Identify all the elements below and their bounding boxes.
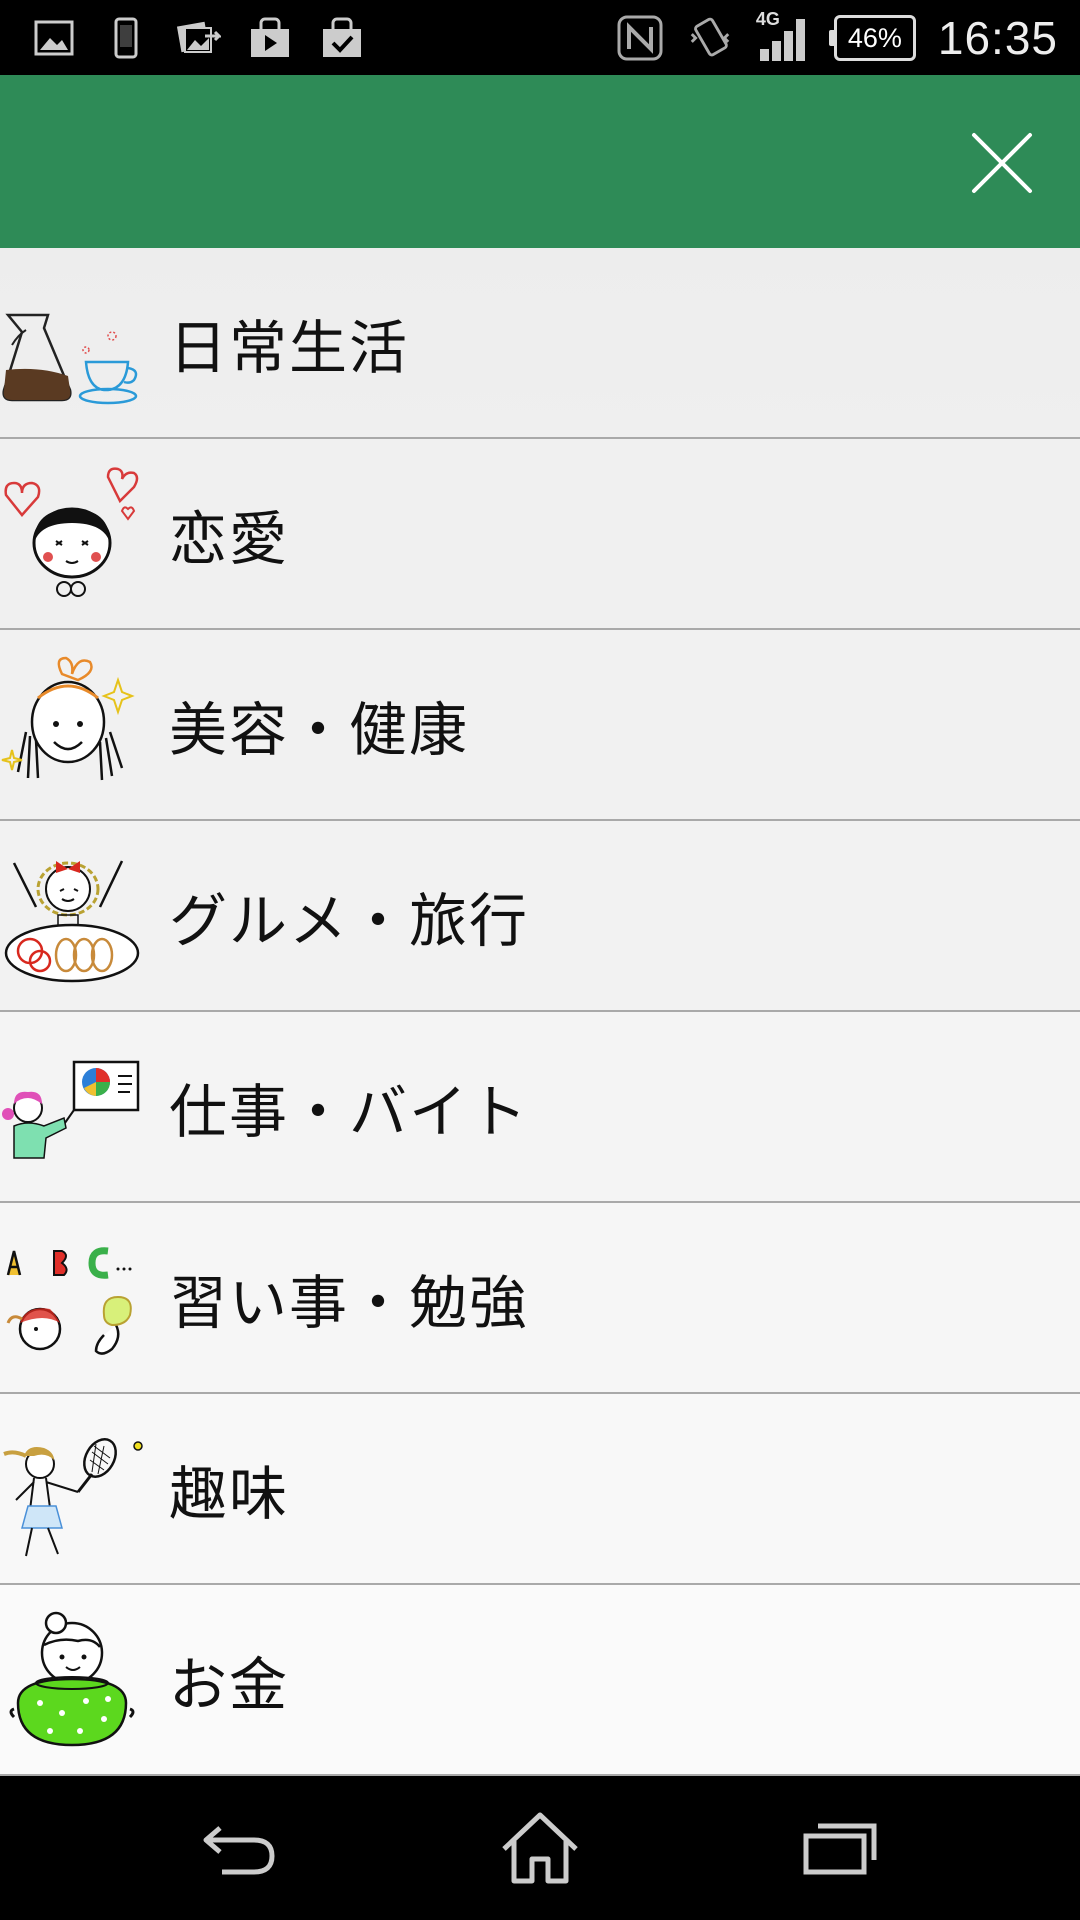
vibrate-icon bbox=[686, 14, 734, 62]
home-icon bbox=[502, 1812, 578, 1884]
category-item-love[interactable]: 恋愛 bbox=[0, 439, 1080, 630]
shopping-bag-check-icon bbox=[318, 14, 366, 62]
category-item-work[interactable]: 仕事・バイト bbox=[0, 1012, 1080, 1203]
back-button[interactable] bbox=[195, 1808, 285, 1888]
signal-4g-icon: 4G bbox=[756, 9, 812, 63]
app-bar bbox=[0, 75, 1080, 248]
battery-indicator: 46% bbox=[828, 15, 916, 61]
clock: 16:35 bbox=[937, 12, 1058, 64]
love-illustration bbox=[4, 467, 139, 597]
category-label: 日常生活 bbox=[169, 313, 410, 382]
phone-icon bbox=[102, 14, 150, 62]
navigation-bar bbox=[0, 1776, 1080, 1920]
close-icon bbox=[972, 133, 1032, 193]
recents-button[interactable] bbox=[795, 1808, 885, 1888]
coffee-illustration bbox=[2, 313, 138, 405]
work-illustration bbox=[2, 1060, 140, 1159]
gourmet-illustration bbox=[4, 860, 140, 983]
back-icon bbox=[203, 1826, 275, 1875]
nfc-icon bbox=[616, 14, 664, 62]
status-bar: 4G 46% 16:35 bbox=[0, 0, 1080, 75]
category-label: 仕事・バイト bbox=[169, 1077, 530, 1146]
category-label: 恋愛 bbox=[169, 504, 290, 573]
category-item-daily-life[interactable]: 日常生活 bbox=[0, 248, 1080, 439]
category-list: 日常生活 恋愛 美容・健康 グルメ・旅行 仕事・バイト 習い事・勉強 趣味 お金 bbox=[0, 248, 1080, 1776]
beauty-illustration bbox=[1, 656, 135, 781]
money-illustration bbox=[9, 1611, 135, 1747]
category-item-money[interactable]: お金 bbox=[0, 1585, 1080, 1776]
category-item-beauty-health[interactable]: 美容・健康 bbox=[0, 630, 1080, 821]
play-store-icon bbox=[246, 14, 294, 62]
category-item-hobby[interactable]: 趣味 bbox=[0, 1394, 1080, 1585]
notification-icons bbox=[30, 14, 366, 62]
category-item-lessons-study[interactable]: 習い事・勉強 bbox=[0, 1203, 1080, 1394]
category-label: 習い事・勉強 bbox=[169, 1268, 530, 1337]
recents-icon bbox=[803, 1823, 877, 1875]
hobby-illustration bbox=[3, 1438, 143, 1557]
home-button[interactable] bbox=[495, 1808, 585, 1888]
category-label: 美容・健康 bbox=[169, 695, 470, 764]
study-illustration bbox=[6, 1247, 132, 1355]
category-label: 趣味 bbox=[169, 1459, 290, 1528]
category-label: グルメ・旅行 bbox=[169, 886, 530, 955]
category-label: お金 bbox=[169, 1650, 290, 1719]
system-indicators: 4G 46% 16:35 bbox=[616, 9, 1058, 66]
close-button[interactable] bbox=[962, 123, 1042, 203]
category-item-gourmet-travel[interactable]: グルメ・旅行 bbox=[0, 821, 1080, 1012]
image-icon bbox=[30, 14, 78, 62]
photos-share-icon bbox=[174, 14, 222, 62]
